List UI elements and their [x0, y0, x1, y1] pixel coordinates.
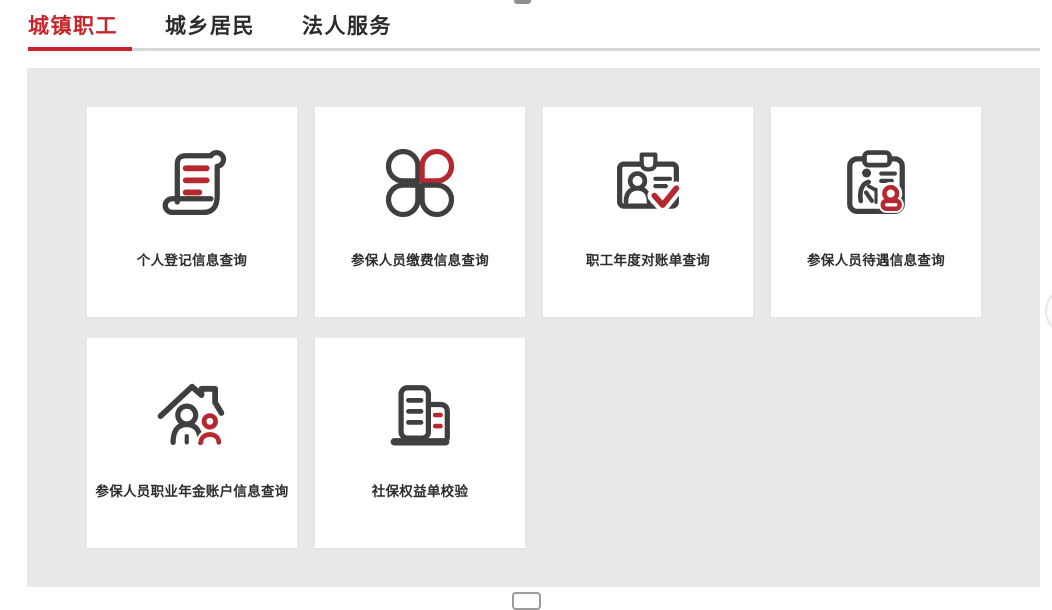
house-family-icon — [150, 372, 234, 456]
clover-petals-icon — [378, 141, 462, 225]
tab-legal-person-services[interactable]: 法人服务 — [302, 12, 392, 42]
service-card[interactable]: 参保人员缴费信息查询 — [315, 107, 525, 317]
service-card-label: 职工年度对账单查询 — [586, 249, 710, 269]
top-tab-bar: 城镇职工 城乡居民 法人服务 — [28, 12, 392, 42]
service-card[interactable]: 个人登记信息查询 — [87, 107, 297, 317]
service-card-label: 参保人员待遇信息查询 — [807, 249, 945, 269]
bottom-edge-button[interactable] — [512, 592, 541, 610]
tab-urban-employee[interactable]: 城镇职工 — [28, 12, 118, 42]
buildings-icon — [378, 372, 462, 456]
service-card[interactable]: 社保权益单校验 — [315, 338, 525, 548]
services-panel: 个人登记信息查询 参保人员缴费信息查询 — [27, 68, 1040, 587]
id-badge-check-icon — [606, 141, 690, 225]
service-card[interactable]: 职工年度对账单查询 — [543, 107, 753, 317]
right-edge-circle — [1045, 287, 1052, 335]
tab-urban-rural-resident[interactable]: 城乡居民 — [165, 12, 255, 42]
service-card[interactable]: 参保人员待遇信息查询 — [771, 107, 981, 317]
tabbar-divider — [28, 48, 1040, 51]
service-card-label: 个人登记信息查询 — [137, 249, 247, 269]
scroll-document-icon — [150, 141, 234, 225]
active-tab-underline — [28, 47, 132, 51]
service-card-label: 参保人员缴费信息查询 — [351, 249, 489, 269]
service-card-label: 社保权益单校验 — [372, 480, 469, 500]
service-card-label: 参保人员职业年金账户信息查询 — [95, 480, 288, 500]
top-edge-notch — [514, 0, 531, 4]
service-card[interactable]: 参保人员职业年金账户信息查询 — [87, 338, 297, 548]
clipboard-elderly-icon — [834, 141, 918, 225]
